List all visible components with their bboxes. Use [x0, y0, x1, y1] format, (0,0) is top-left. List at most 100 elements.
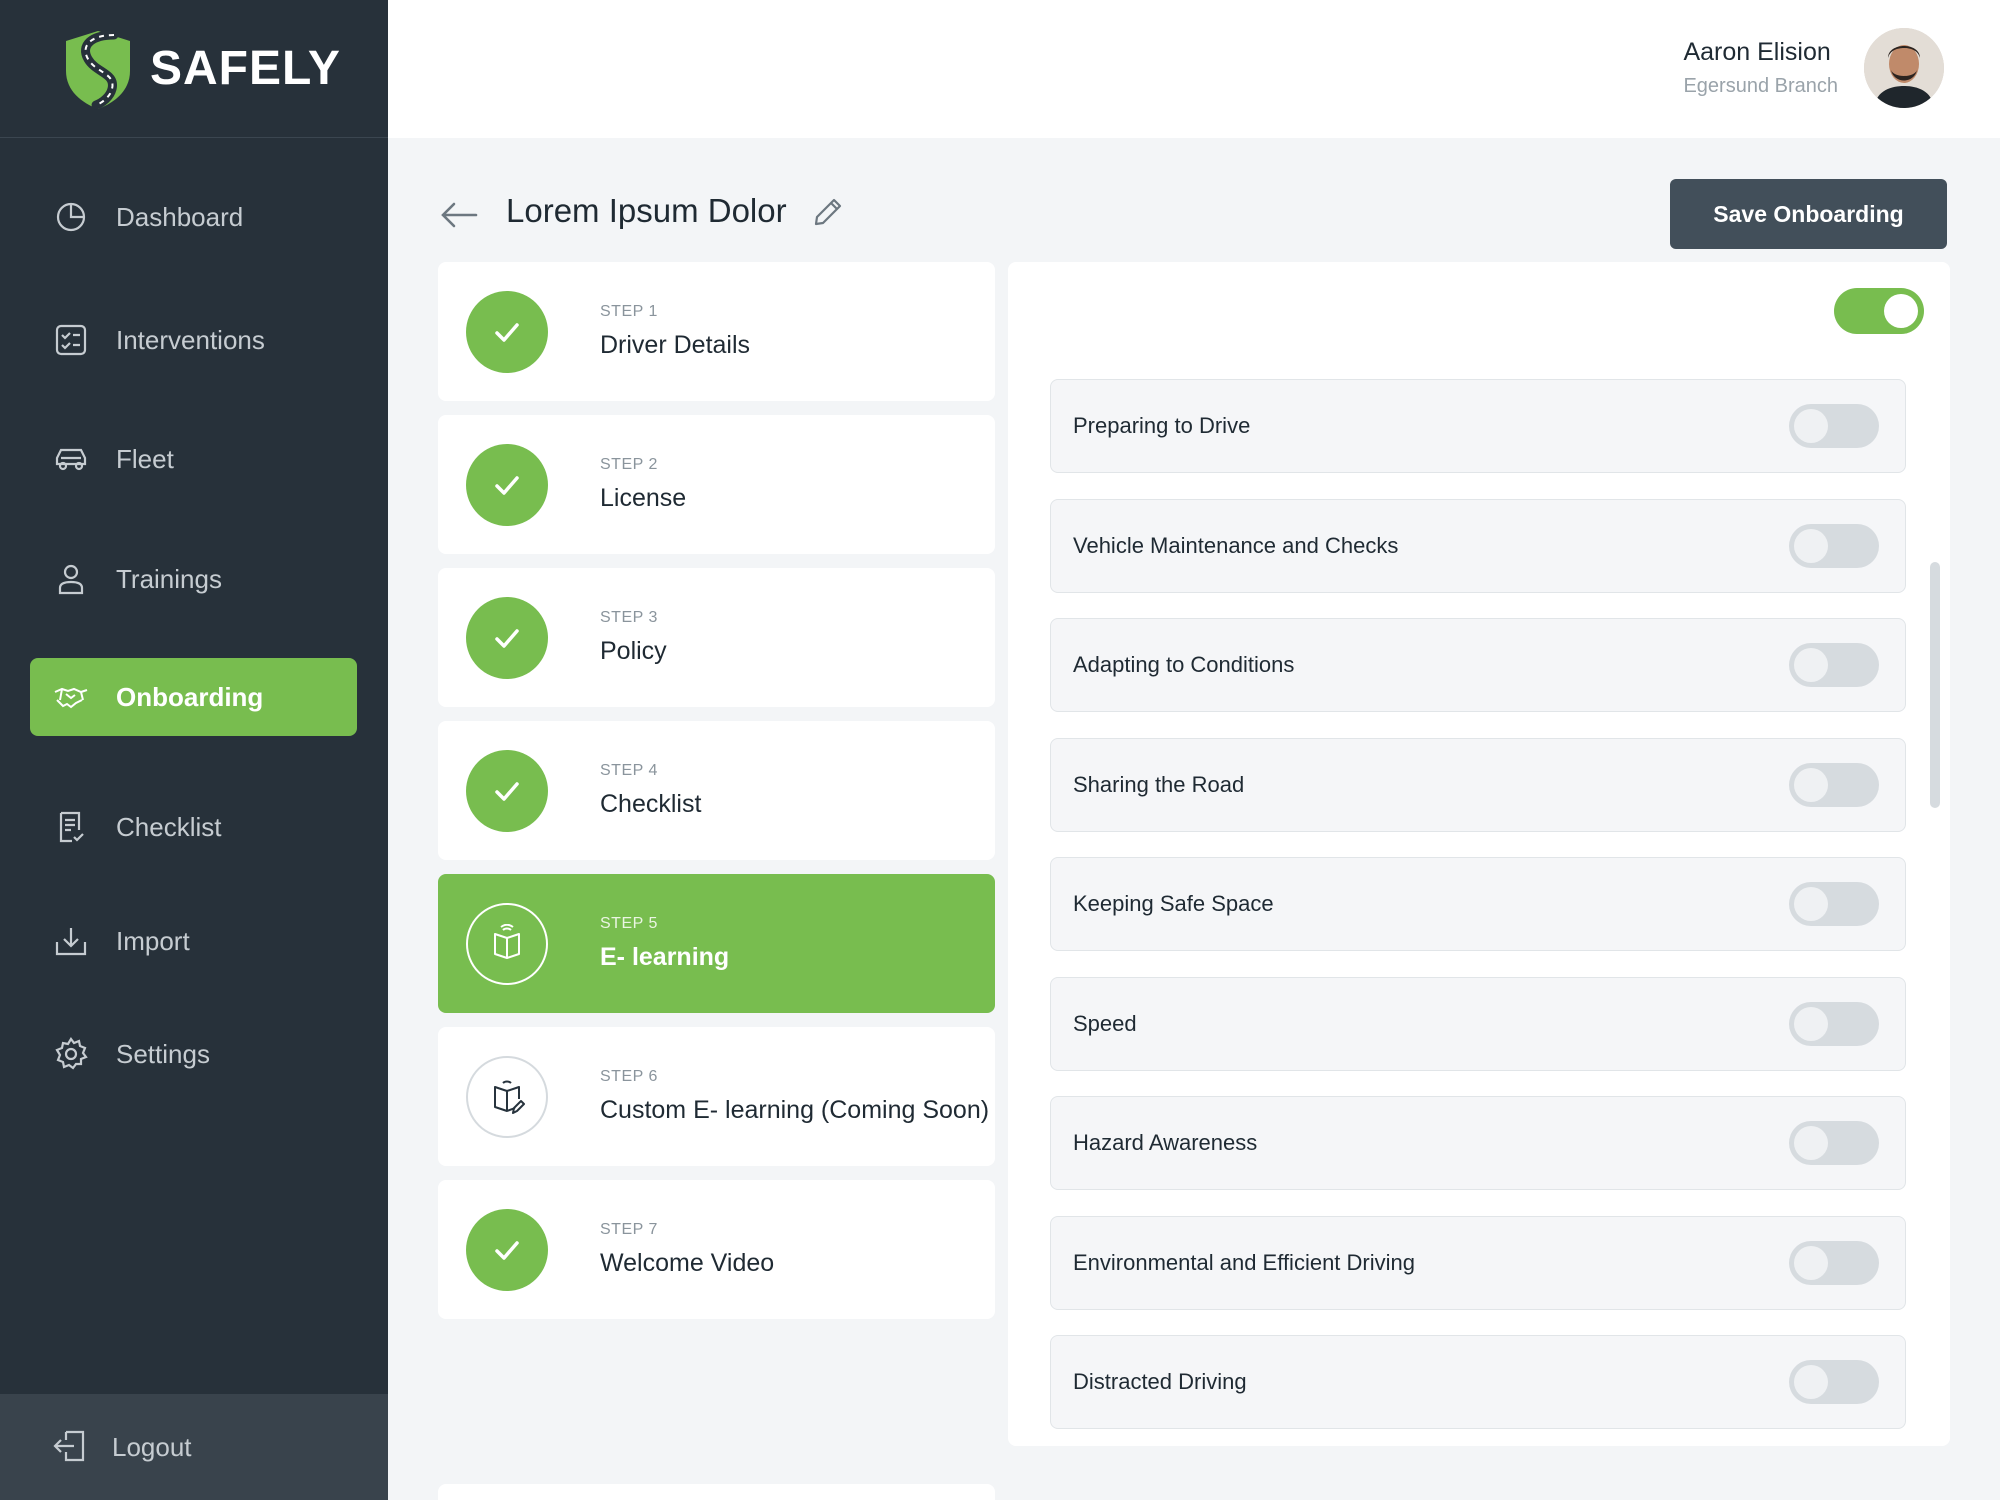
- module-toggle[interactable]: [1789, 404, 1879, 448]
- module-toggle[interactable]: [1789, 763, 1879, 807]
- sidebar-item-checklist[interactable]: Checklist: [30, 788, 357, 866]
- step-welcome-video[interactable]: STEP 7 Welcome Video: [438, 1180, 995, 1319]
- step-status-badge: [466, 902, 548, 985]
- page-title: Lorem Ipsum Dolor: [506, 192, 787, 229]
- avatar[interactable]: [1864, 28, 1944, 108]
- module-label: Sharing the Road: [1073, 772, 1245, 797]
- sidebar-item-label: Fleet: [116, 443, 174, 474]
- sidebar-item-dashboard[interactable]: Dashboard: [30, 178, 357, 256]
- sidebar-item-label: Checklist: [116, 811, 222, 842]
- step-number: STEP 7: [600, 1221, 658, 1238]
- brand[interactable]: SAFELY: [0, 0, 388, 138]
- checkmark-icon: [495, 322, 519, 342]
- module-label: Distracted Driving: [1073, 1369, 1247, 1394]
- toggle-knob: [1794, 887, 1828, 921]
- step-status-badge: [466, 290, 548, 373]
- checkmark-icon: [495, 1240, 519, 1260]
- module-label: Keeping Safe Space: [1073, 891, 1274, 916]
- download-icon: [52, 922, 90, 960]
- save-onboarding-button[interactable]: Save Onboarding: [1670, 179, 1947, 249]
- sidebar-item-import[interactable]: Import: [30, 902, 357, 980]
- step-driver-details[interactable]: STEP 1 Driver Details: [438, 262, 995, 401]
- step-checklist[interactable]: STEP 4 Checklist: [438, 721, 995, 860]
- module-keeping-safe-space: Keeping Safe Space: [1050, 857, 1906, 951]
- document-check-icon: [52, 808, 90, 846]
- person-icon: [52, 560, 90, 598]
- toggle-knob: [1794, 529, 1828, 563]
- step-number: STEP 1: [600, 303, 658, 320]
- module-toggle[interactable]: [1789, 882, 1879, 926]
- step-name: Policy: [600, 637, 667, 665]
- toggle-knob: [1794, 648, 1828, 682]
- book-icon: [494, 923, 520, 959]
- back-arrow-icon[interactable]: [438, 194, 480, 236]
- module-environmental-driving: Environmental and Efficient Driving: [1050, 1216, 1906, 1310]
- step-name: E- learning: [600, 943, 730, 971]
- sidebar-item-fleet[interactable]: Fleet: [30, 420, 357, 498]
- step-license[interactable]: STEP 2 License: [438, 415, 995, 554]
- module-preparing-to-drive: Preparing to Drive: [1050, 379, 1906, 473]
- step-policy[interactable]: STEP 3 Policy: [438, 568, 995, 707]
- sidebar-item-label: Onboarding: [116, 681, 264, 712]
- book-edit-icon: [494, 1080, 525, 1114]
- step-number: STEP 6: [600, 1068, 658, 1085]
- toggle-knob: [1794, 1007, 1828, 1041]
- step-name: Custom E- learning (Coming Soon): [600, 1096, 990, 1124]
- logout-label: Logout: [112, 1431, 192, 1462]
- logout-icon: [52, 1428, 90, 1466]
- sidebar: SAFELY Dashboard Interventions Fleet Tra…: [0, 0, 388, 1500]
- logout-button[interactable]: Logout: [0, 1394, 388, 1500]
- checkmark-icon: [495, 628, 519, 648]
- module-speed: Speed: [1050, 977, 1906, 1071]
- step-number: STEP 4: [600, 762, 658, 779]
- sidebar-item-label: Dashboard: [116, 201, 244, 232]
- module-vehicle-maintenance: Vehicle Maintenance and Checks: [1050, 499, 1906, 593]
- handshake-icon: [52, 678, 90, 716]
- shield-road-logo-icon: [66, 30, 130, 109]
- brand-name: SAFELY: [150, 42, 341, 95]
- e-learning-panel: Preparing to Drive Vehicle Maintenance a…: [1008, 262, 1950, 1446]
- user-menu[interactable]: Aaron Elision Egersund Branch: [1683, 28, 1944, 108]
- toggle-knob: [1794, 409, 1828, 443]
- toggle-knob: [1794, 1246, 1828, 1280]
- step-name: Driver Details: [600, 331, 751, 359]
- checkmark-icon: [495, 475, 519, 495]
- car-icon: [52, 440, 90, 478]
- step-number: STEP 3: [600, 609, 658, 626]
- module-label: Speed: [1073, 1011, 1137, 1036]
- module-hazard-awareness: Hazard Awareness: [1050, 1096, 1906, 1190]
- step-e-learning[interactable]: STEP 5 E- learning: [438, 874, 995, 1013]
- sidebar-item-label: Import: [116, 925, 190, 956]
- module-toggle[interactable]: [1789, 1360, 1879, 1404]
- top-bar: Aaron Elision Egersund Branch: [388, 0, 2000, 138]
- module-toggle[interactable]: [1789, 1002, 1879, 1046]
- sidebar-item-onboarding[interactable]: Onboarding: [30, 658, 357, 736]
- pencil-icon[interactable]: [812, 196, 844, 228]
- module-toggle[interactable]: [1789, 1241, 1879, 1285]
- module-toggle[interactable]: [1789, 524, 1879, 568]
- sidebar-item-label: Trainings: [116, 563, 222, 594]
- user-name: Aaron Elision: [1683, 38, 1831, 66]
- step-status-badge: [466, 749, 548, 832]
- sidebar-item-trainings[interactable]: Trainings: [30, 540, 357, 618]
- enable-e-learning-toggle[interactable]: [1834, 288, 1924, 334]
- panel-scrollbar[interactable]: [1930, 562, 1940, 808]
- sidebar-item-settings[interactable]: Settings: [30, 1015, 357, 1093]
- module-label: Environmental and Efficient Driving: [1073, 1250, 1415, 1275]
- step-name: License: [600, 484, 687, 512]
- sidebar-item-label: Interventions: [116, 324, 265, 355]
- toggle-knob: [1794, 1365, 1828, 1399]
- module-toggle[interactable]: [1789, 643, 1879, 687]
- step-custom-e-learning[interactable]: STEP 6 Custom E- learning (Coming Soon): [438, 1027, 995, 1166]
- module-toggle[interactable]: [1789, 1121, 1879, 1165]
- checkmark-icon: [495, 781, 519, 801]
- sidebar-item-interventions[interactable]: Interventions: [30, 301, 357, 379]
- step-name: Checklist: [600, 790, 702, 818]
- step-status-badge: [466, 596, 548, 679]
- gear-icon: [52, 1035, 90, 1073]
- step-status-badge: [466, 1055, 548, 1138]
- toggle-knob: [1884, 294, 1918, 328]
- pie-chart-icon: [52, 198, 90, 236]
- step-card-partial: [438, 1484, 995, 1500]
- step-status-badge: [466, 1208, 548, 1291]
